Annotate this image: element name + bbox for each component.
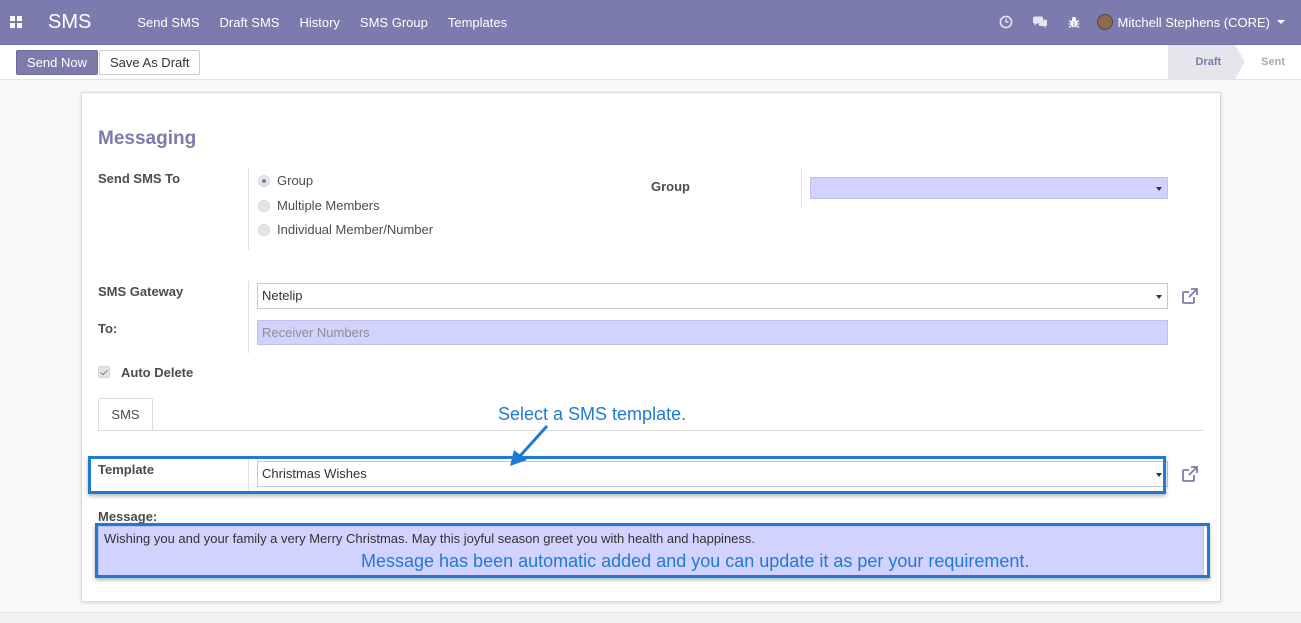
gateway-select-value: Netelip (262, 288, 303, 303)
form-sheet: Messaging Send SMS To Group Multiple Mem… (81, 92, 1221, 602)
auto-delete-label: Auto Delete (121, 365, 194, 380)
group-select[interactable] (810, 177, 1168, 199)
main-menu: Send SMS Draft SMS History SMS Group Tem… (127, 0, 517, 45)
external-link-icon[interactable] (1180, 464, 1200, 484)
chevron-down-icon (1156, 187, 1162, 191)
tab-divider (98, 430, 1204, 431)
message-label: Message: (98, 509, 158, 524)
divider (248, 168, 249, 250)
menu-item-history[interactable]: History (289, 0, 349, 45)
status-bar: Draft Sent (1168, 45, 1301, 79)
gateway-select[interactable]: Netelip (257, 283, 1168, 309)
template-label: Template (98, 462, 155, 477)
radio-group-option[interactable]: Group (258, 173, 313, 188)
radio-button[interactable] (258, 174, 270, 187)
receiver-numbers-placeholder: Receiver Numbers (262, 325, 370, 340)
annotation-message-note: Message has been automatic added and you… (361, 551, 1030, 571)
chevron-down-icon (1156, 295, 1162, 299)
save-as-draft-button[interactable]: Save As Draft (99, 50, 201, 75)
divider (248, 459, 249, 494)
radio-multiple-members-option[interactable]: Multiple Members (258, 198, 380, 213)
control-panel: Send Now Save As Draft Draft Sent (0, 45, 1301, 80)
bug-icon[interactable] (1057, 0, 1091, 45)
arrow-icon (510, 424, 549, 466)
send-now-button[interactable]: Send Now (16, 50, 98, 75)
radio-label: Group (277, 173, 314, 188)
radio-label: Multiple Members (277, 198, 380, 213)
send-to-label: Send SMS To (98, 171, 181, 186)
message-text: Wishing you and your family a very Merry… (104, 531, 756, 546)
app-title: SMS (48, 10, 92, 33)
auto-delete-checkbox[interactable] (98, 366, 110, 378)
group-label: Group (651, 179, 690, 194)
chat-icon[interactable] (1023, 0, 1057, 45)
chevron-down-icon (1277, 20, 1285, 24)
chevron-down-icon (1156, 473, 1162, 477)
gateway-label: SMS Gateway (98, 284, 184, 299)
page-footer-bar (0, 612, 1301, 623)
radio-label: Individual Member/Number (277, 222, 434, 237)
apps-icon[interactable] (0, 0, 32, 45)
template-select-value: Christmas Wishes (262, 466, 367, 481)
tab-sms[interactable]: SMS (98, 398, 153, 431)
divider (248, 281, 249, 353)
divider (801, 168, 802, 208)
menu-item-send-sms[interactable]: Send SMS (127, 0, 209, 45)
avatar (1096, 14, 1113, 30)
menu-item-templates[interactable]: Templates (438, 0, 517, 45)
clock-icon[interactable] (989, 0, 1023, 45)
receiver-numbers-input[interactable]: Receiver Numbers (257, 320, 1168, 345)
navbar-right: Mitchell Stephens (CORE) (989, 0, 1301, 45)
radio-button[interactable] (258, 223, 270, 236)
status-draft[interactable]: Draft (1168, 45, 1245, 79)
menu-item-draft-sms[interactable]: Draft SMS (210, 0, 290, 45)
template-select[interactable]: Christmas Wishes (257, 461, 1168, 487)
to-label: To: (98, 321, 118, 336)
user-menu[interactable]: Mitchell Stephens (CORE) (1096, 14, 1285, 30)
radio-individual-option[interactable]: Individual Member/Number (258, 222, 433, 237)
page-title: Messaging (98, 128, 197, 149)
user-name: Mitchell Stephens (CORE) (1117, 14, 1270, 30)
menu-item-sms-group[interactable]: SMS Group (350, 0, 438, 45)
external-link-icon[interactable] (1180, 286, 1200, 306)
radio-button[interactable] (258, 199, 270, 212)
top-navbar: SMS Send SMS Draft SMS History SMS Group… (0, 0, 1301, 45)
